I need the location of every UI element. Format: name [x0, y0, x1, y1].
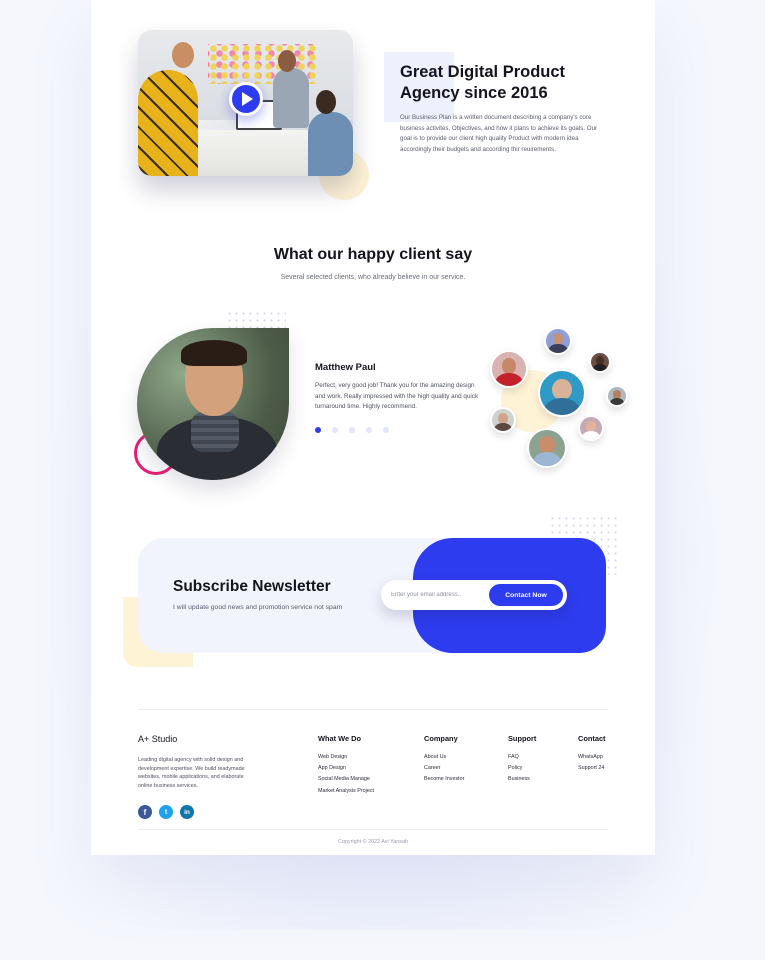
newsletter-title: Subscribe Newsletter: [173, 578, 331, 595]
video-person-head: [172, 42, 194, 68]
footer-divider: [138, 709, 608, 710]
client-avatar[interactable]: [490, 407, 516, 433]
hero-title-line: Great Digital Product: [400, 63, 566, 81]
video-person: [138, 70, 198, 176]
social-links: f t in: [138, 805, 194, 819]
pager-dot[interactable]: [332, 427, 338, 433]
pager-dot[interactable]: [349, 427, 355, 433]
client-avatar[interactable]: [589, 351, 611, 373]
client-avatar[interactable]: [606, 385, 628, 407]
testimonials-subtitle: Several selected clients, who already be…: [280, 274, 466, 281]
testimonials-title: What our happy client say: [273, 246, 473, 263]
footer-link[interactable]: Market Analysis Project: [318, 788, 374, 794]
footer-link[interactable]: Become Investor: [424, 776, 464, 782]
video-person-head: [278, 50, 296, 72]
footer-link[interactable]: Support 24: [578, 765, 606, 771]
client-avatar[interactable]: [490, 350, 528, 388]
footer-column-support: Support FAQ Policy Business: [508, 734, 536, 788]
footer-link[interactable]: App Design: [318, 765, 374, 771]
video-person: [273, 68, 309, 128]
landing-page: Great Digital Product Agency since 2016 …: [91, 0, 655, 855]
video-person: [308, 112, 353, 176]
newsletter-subtitle: I will update good news and promotion se…: [173, 604, 343, 611]
footer-link[interactable]: About Us: [424, 754, 464, 760]
client-name: Matthew Paul: [315, 362, 376, 373]
footer-link[interactable]: WhatsApp: [578, 754, 606, 760]
contact-now-button[interactable]: Contact Now: [489, 584, 563, 606]
pager-dot-active[interactable]: [315, 427, 321, 433]
client-avatar-cluster: [489, 325, 629, 470]
pager-dot[interactable]: [383, 427, 389, 433]
client-hair: [181, 340, 247, 366]
facebook-icon[interactable]: f: [138, 805, 152, 819]
hero-description: Our Business Plan is a written document …: [400, 114, 598, 153]
client-avatar[interactable]: [544, 327, 572, 355]
footer-divider: [138, 829, 608, 830]
newsletter-card: Subscribe Newsletter I will update good …: [138, 538, 606, 653]
pager-dot[interactable]: [366, 427, 372, 433]
client-avatar[interactable]: [578, 415, 604, 441]
client-scarf: [191, 412, 239, 452]
footer-column-title: Support: [508, 734, 537, 743]
testimonial-pager: [315, 427, 389, 433]
intro-video-thumbnail[interactable]: [138, 30, 353, 176]
copyright-text: Copyright © 2022 Avi Yansah: [338, 839, 408, 845]
footer-column-company: Company About Us Career Become Investor: [424, 734, 464, 788]
footer-column-title: Contact: [578, 734, 606, 743]
hero-title: Great Digital Product Agency since 2016: [400, 62, 600, 104]
client-avatar[interactable]: [527, 428, 567, 468]
linkedin-icon[interactable]: in: [180, 805, 194, 819]
footer-column-what-we-do: What We Do Web Design App Design Social …: [318, 734, 374, 799]
email-input[interactable]: [391, 588, 486, 602]
footer-link[interactable]: Career: [424, 765, 464, 771]
footer-link[interactable]: Social Media Manage: [318, 776, 374, 782]
footer-column-contact: Contact WhatsApp Support 24: [578, 734, 606, 776]
footer-link[interactable]: FAQ: [508, 754, 536, 760]
hero-title-line: Agency since 2016: [400, 84, 548, 102]
client-quote: Perfect, very good job! Thank you for th…: [315, 382, 479, 410]
video-person-head: [316, 90, 336, 114]
footer-column-title: What We Do: [318, 734, 361, 743]
footer-column-title: Company: [424, 734, 458, 743]
newsletter-form: Contact Now: [381, 580, 567, 610]
footer-brand-description: Leading digital agency with solid design…: [138, 757, 245, 789]
footer-link[interactable]: Web Design: [318, 754, 374, 760]
client-photo: [137, 328, 289, 480]
client-avatar[interactable]: [538, 369, 586, 417]
footer-brand[interactable]: A+ Studio: [138, 734, 177, 744]
play-icon[interactable]: [229, 82, 263, 116]
footer-link[interactable]: Business: [508, 776, 536, 782]
footer-link[interactable]: Policy: [508, 765, 536, 771]
twitter-icon[interactable]: t: [159, 805, 173, 819]
